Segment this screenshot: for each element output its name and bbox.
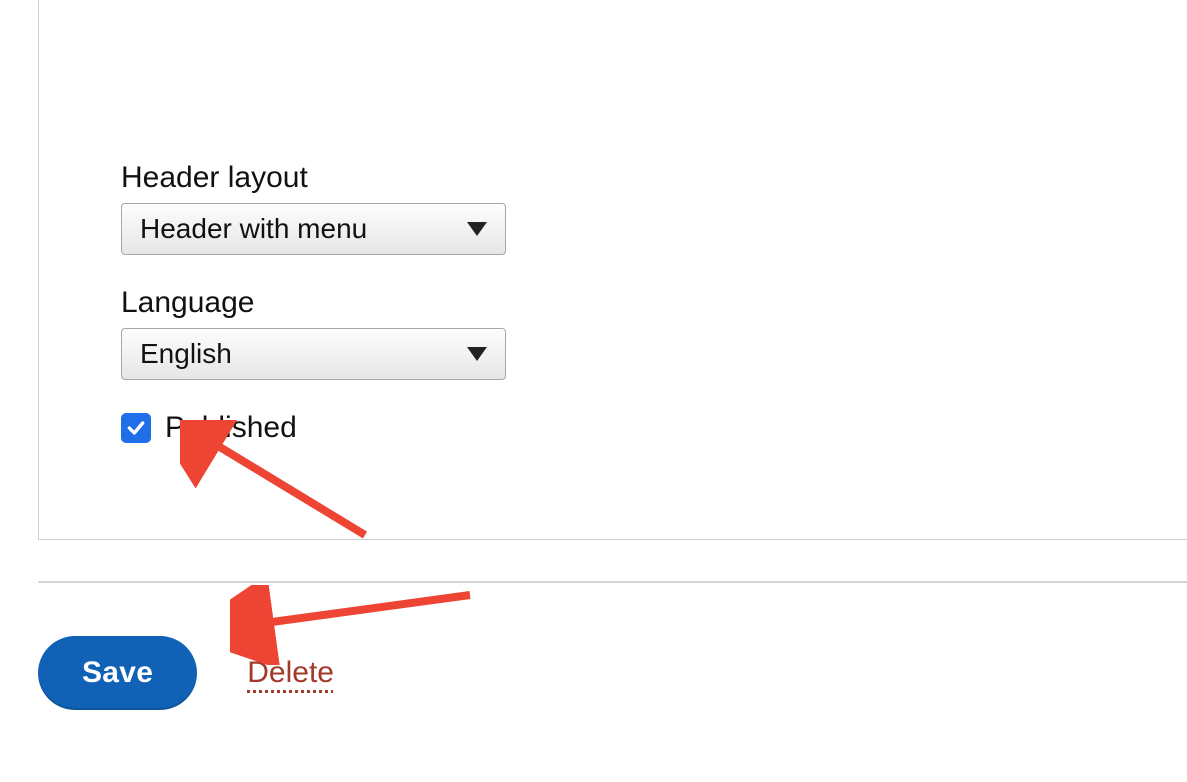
published-checkbox[interactable]: [121, 413, 151, 443]
caret-down-icon: [467, 222, 487, 236]
language-label: Language: [121, 286, 1187, 320]
divider: [38, 581, 1187, 583]
language-value: English: [140, 338, 232, 370]
language-select[interactable]: English: [121, 328, 506, 380]
field-header-layout: Header layout Header with menu: [121, 161, 1187, 260]
header-layout-value: Header with menu: [140, 213, 367, 245]
page-canvas: Header layout Header with menu Language …: [0, 0, 1187, 782]
header-layout-select[interactable]: Header with menu: [121, 203, 506, 255]
checkmark-icon: [126, 418, 146, 438]
published-label: Published: [165, 411, 297, 445]
form-panel: Header layout Header with menu Language …: [38, 0, 1187, 540]
field-published: Published: [121, 411, 1187, 445]
header-layout-label: Header layout: [121, 161, 1187, 195]
delete-link[interactable]: Delete: [247, 656, 334, 690]
actions-row: Save Delete: [38, 636, 334, 710]
save-button[interactable]: Save: [38, 636, 197, 710]
field-language: Language English: [121, 286, 1187, 385]
caret-down-icon: [467, 347, 487, 361]
form-area: Header layout Header with menu Language …: [121, 161, 1187, 445]
